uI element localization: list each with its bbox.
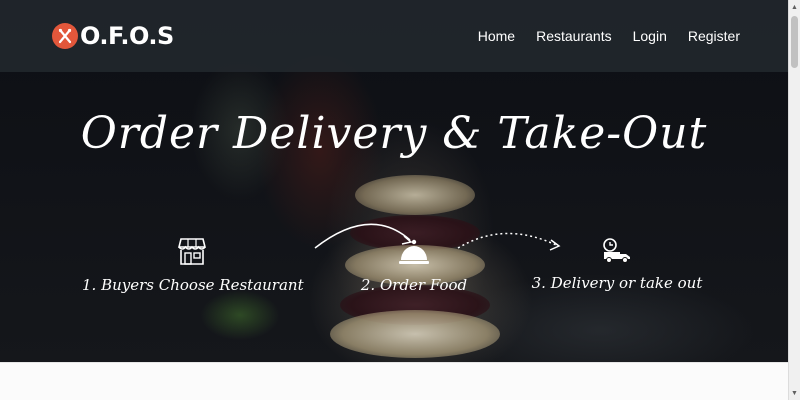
nav-links: Home Restaurants Login Register xyxy=(478,28,740,44)
storefront-icon xyxy=(178,238,206,265)
step-choose-restaurant: 1. Buyers Choose Restaurant xyxy=(82,236,304,294)
step-label: 3. Delivery or take out xyxy=(531,274,703,292)
nav-link-login[interactable]: Login xyxy=(633,28,667,44)
nav-link-restaurants[interactable]: Restaurants xyxy=(536,28,611,44)
hero-headline: Order Delivery & Take-Out xyxy=(80,108,708,159)
vertical-scrollbar[interactable]: ▲ ▼ xyxy=(788,0,800,400)
step-order-food: 2. Order Food xyxy=(352,238,476,294)
cloche-icon xyxy=(399,239,429,264)
step-label: 2. Order Food xyxy=(360,276,468,294)
nav-link-home[interactable]: Home xyxy=(478,28,515,44)
brand-name: O.F.O.S xyxy=(80,22,174,50)
content-section xyxy=(0,362,788,400)
scrollbar-thumb[interactable] xyxy=(791,16,798,68)
scroll-up-arrow-icon[interactable]: ▲ xyxy=(789,0,800,14)
hero-background-image xyxy=(330,310,500,358)
hero-background-image xyxy=(355,175,475,215)
step-label: 1. Buyers Choose Restaurant xyxy=(82,276,304,294)
delivery-truck-icon xyxy=(603,238,630,263)
page: Order Delivery & Take-Out 1. Buyers Choo… xyxy=(0,0,800,400)
step-delivery: 3. Delivery or take out xyxy=(522,238,712,292)
scroll-down-arrow-icon[interactable]: ▼ xyxy=(789,386,800,400)
hero-section: Order Delivery & Take-Out 1. Buyers Choo… xyxy=(0,0,788,362)
nav-link-register[interactable]: Register xyxy=(688,28,740,44)
brand-logo[interactable]: O.F.O.S xyxy=(52,22,174,50)
hero-background-image xyxy=(200,290,280,340)
navbar: O.F.O.S Home Restaurants Login Register xyxy=(0,0,788,72)
utensils-icon xyxy=(52,23,78,49)
